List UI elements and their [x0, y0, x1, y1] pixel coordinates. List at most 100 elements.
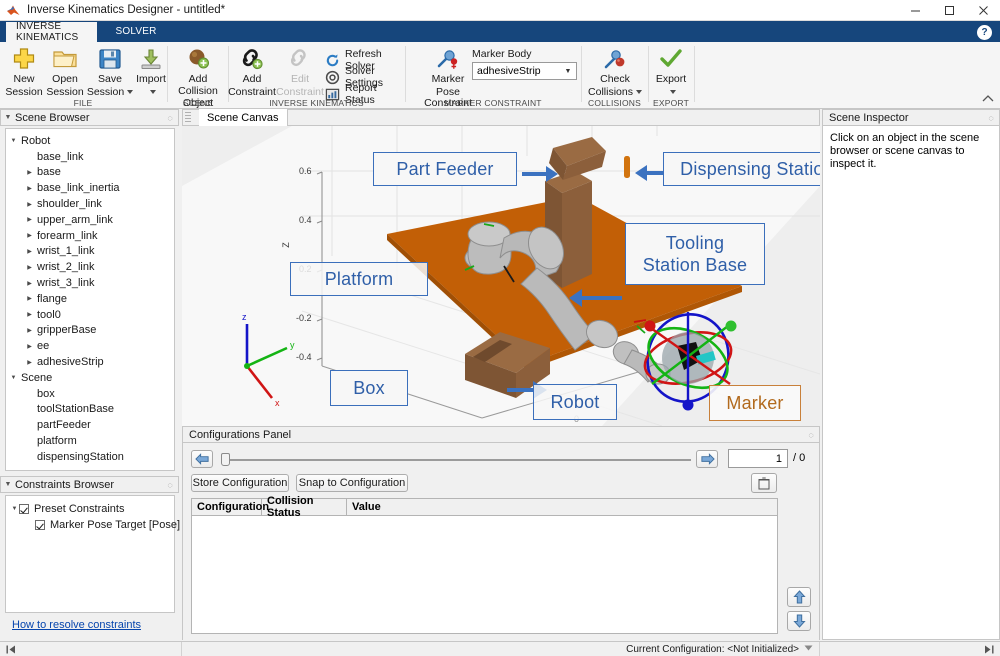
chevron-down-icon[interactable]: ▼ [9, 375, 18, 381]
open-session-button[interactable]: Open Session [44, 45, 86, 98]
constraints-browser-tree[interactable]: ▼Preset Constraints·Marker Pose Target [… [5, 495, 175, 613]
chevron-right-icon[interactable]: ▶ [25, 280, 34, 287]
import-download-icon [139, 45, 163, 73]
scene-tree-item[interactable]: ▼Scene [9, 370, 174, 386]
constraints-tree-item[interactable]: ·Marker Pose Target [Pose] [10, 517, 174, 533]
minimize-icon[interactable] [898, 0, 932, 21]
tab-scene-canvas[interactable]: Scene Canvas [199, 109, 288, 126]
previous-configuration-button[interactable] [191, 450, 213, 468]
scene-tree-item[interactable]: ▶base_link_inertia [9, 180, 174, 196]
configuration-index-input[interactable]: 1 [728, 449, 788, 468]
chevron-down-icon[interactable]: ▼ [560, 68, 576, 75]
maximize-icon[interactable] [932, 0, 966, 21]
scene-tree-item[interactable]: ·toolStationBase [9, 402, 174, 418]
how-to-resolve-constraints-link[interactable]: How to resolve constraints [12, 619, 141, 631]
scene-tree-item[interactable]: ▶adhesiveStrip [9, 354, 174, 370]
scene-tree-item[interactable]: ▶upper_arm_link [9, 212, 174, 228]
configuration-slider-track[interactable] [225, 459, 691, 461]
column-header-collision-status: Collision Status [262, 498, 347, 516]
chevron-right-icon[interactable]: ▶ [25, 201, 34, 208]
snap-to-configuration-button[interactable]: Snap to Configuration [296, 474, 408, 492]
configurations-table-body[interactable] [191, 516, 778, 634]
marker-body-select[interactable]: adhesiveStrip ▼ [472, 62, 577, 80]
scene-tree-item[interactable]: ·box [9, 386, 174, 402]
add-constraint-button[interactable]: Add Constraint [229, 45, 275, 98]
move-up-button[interactable] [787, 587, 811, 607]
scene-tree-item[interactable]: ▼Robot [9, 133, 174, 149]
chevron-down-icon[interactable] [127, 90, 133, 94]
constraints-tree-item[interactable]: ▼Preset Constraints [10, 501, 174, 517]
chevron-right-icon[interactable]: ▶ [25, 311, 34, 318]
chevron-right-icon[interactable]: ▶ [25, 248, 34, 255]
tab-solver-label: SOLVER [115, 26, 156, 37]
help-icon[interactable]: ? [977, 25, 992, 40]
scene-tree-item[interactable]: ▶forearm_link [9, 228, 174, 244]
annotation-tooling-station-base: Tooling Station Base [625, 223, 765, 285]
status-bar: Current Configuration: <Not Initialized> [0, 641, 1000, 656]
chevron-right-icon[interactable]: ▶ [25, 359, 34, 366]
chevron-down-icon[interactable] [636, 90, 642, 94]
add-constraint-label-1: Add [243, 73, 262, 86]
chevron-right-icon[interactable]: ▶ [25, 169, 34, 176]
next-configuration-button[interactable] [696, 450, 718, 468]
chevron-down-icon[interactable] [804, 643, 813, 655]
chevron-down-icon[interactable] [150, 90, 156, 94]
tab-solver[interactable]: SOLVER [105, 21, 167, 42]
scene-tree-item[interactable]: ▶shoulder_link [9, 196, 174, 212]
constraint-checkbox[interactable] [19, 504, 29, 514]
panel-close-icon[interactable]: ◌ [803, 430, 819, 440]
export-caret[interactable] [667, 86, 676, 99]
scene-tree-item[interactable]: ▶tool0 [9, 307, 174, 323]
constraint-checkbox[interactable] [35, 520, 45, 530]
tree-spacer: · [25, 391, 34, 397]
edit-constraint-button: Edit Constraint [277, 45, 323, 98]
chevron-right-icon[interactable]: ▶ [25, 295, 34, 302]
close-icon[interactable] [966, 0, 1000, 21]
store-configuration-button[interactable]: Store Configuration [191, 474, 289, 492]
annotation-robot-label: Robot [550, 392, 599, 412]
panel-close-icon[interactable]: ◌ [162, 113, 178, 123]
ribbon-collapse-icon[interactable] [982, 94, 994, 107]
import-button[interactable]: Import [134, 45, 168, 98]
scene-tree-item[interactable]: ·partFeeder [9, 417, 174, 433]
chevron-right-icon[interactable]: ▶ [25, 264, 34, 271]
tab-inverse-kinematics[interactable]: INVERSE KINEMATICS [6, 22, 97, 42]
configuration-slider-thumb[interactable] [221, 453, 230, 466]
panel-close-icon[interactable]: ◌ [983, 113, 999, 123]
status-center-segment: Current Configuration: <Not Initialized> [182, 642, 820, 656]
scene-tree-item[interactable]: ▶wrist_1_link [9, 244, 174, 260]
chevron-right-icon[interactable]: ▶ [25, 185, 34, 192]
scene-inspector-header: Scene Inspector ◌ [822, 109, 1000, 126]
scene-tree-item[interactable]: ▶gripperBase [9, 323, 174, 339]
chevron-down-icon[interactable]: ▼ [1, 481, 15, 488]
export-button[interactable]: Export [651, 45, 691, 98]
scene-tree-item[interactable]: ▶ee [9, 338, 174, 354]
save-session-button[interactable]: Save Session [86, 45, 134, 98]
chevron-right-icon[interactable]: ▶ [25, 216, 34, 223]
scene-tree-item[interactable]: ·dispensingStation [9, 449, 174, 465]
scene-tree-item[interactable]: ▶base [9, 165, 174, 181]
status-right-segment[interactable] [820, 642, 1000, 656]
chevron-down-icon[interactable] [670, 90, 676, 94]
chevron-down-icon[interactable]: ▼ [1, 114, 15, 121]
chevron-down-icon[interactable]: ▼ [9, 138, 18, 144]
check-collisions-button[interactable]: Check Collisions [584, 45, 646, 98]
status-left-segment[interactable] [0, 642, 182, 656]
drag-grip-icon[interactable] [185, 112, 191, 123]
scene-canvas-3d-view[interactable]: 0.6 0.4 0.2 -0.2 -0.4 0 0 Z z y x Part F… [182, 126, 820, 426]
import-caret[interactable] [147, 86, 156, 99]
chevron-down-icon[interactable]: ▼ [10, 506, 19, 512]
new-session-button[interactable]: New Session [4, 45, 44, 98]
chevron-right-icon[interactable]: ▶ [25, 343, 34, 350]
scene-tree-item[interactable]: ·platform [9, 433, 174, 449]
scene-browser-tree[interactable]: ▼Robot·base_link▶base▶base_link_inertia▶… [5, 128, 175, 471]
chevron-right-icon[interactable]: ▶ [25, 327, 34, 334]
panel-close-icon[interactable]: ◌ [162, 480, 178, 490]
scene-tree-item[interactable]: ▶flange [9, 291, 174, 307]
scene-tree-item[interactable]: ▶wrist_2_link [9, 259, 174, 275]
scene-tree-item[interactable]: ·base_link [9, 149, 174, 165]
scene-tree-item[interactable]: ▶wrist_3_link [9, 275, 174, 291]
chevron-right-icon[interactable]: ▶ [25, 232, 34, 239]
move-down-button[interactable] [787, 611, 811, 631]
delete-configuration-button[interactable] [751, 473, 777, 493]
